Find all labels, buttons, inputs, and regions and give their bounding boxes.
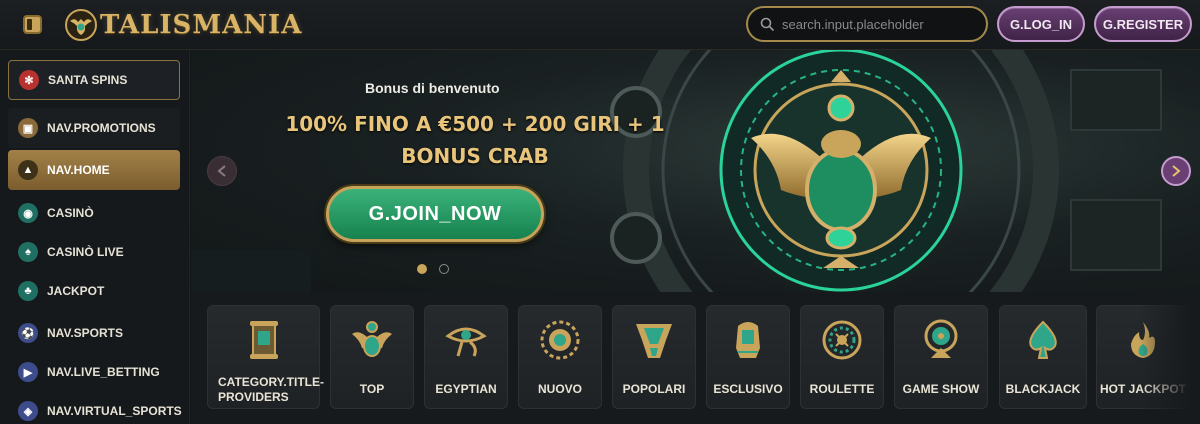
scarab-logo-icon [65,9,97,41]
category-blackjack[interactable]: BLACKJACK [999,305,1087,409]
sidebar-item-label: NAV.HOME [47,163,110,177]
menu-toggle-icon[interactable] [23,15,42,34]
carousel-next-button[interactable] [1161,156,1191,186]
search-input[interactable] [782,16,972,32]
scarab-icon [352,321,392,357]
top-header: TALISMANIA G.LOG_IN G.REGISTER [0,0,1200,50]
category-label: ESCLUSIVO [713,382,783,396]
category-label: CATEGORY.TITLE-PROVIDERS [218,375,324,404]
clover-icon: ♣ [18,281,38,301]
sidebar-item-live-betting[interactable]: ▶ NAV.LIVE_BETTING [8,352,180,392]
carousel-dots [417,264,449,274]
sidebar-item-label: NAV.SPORTS [47,326,124,340]
category-game-show[interactable]: GAME SHOW [894,305,988,409]
category-label: NUOVO [537,382,582,396]
site-logo[interactable]: TALISMANIA [64,6,302,44]
hero-title: 100% FINO A €500 + 200 GIRI + 1 BONUS CR… [255,108,695,172]
sidebar-item-label: CASINÒ [47,206,94,220]
pharaoh-icon [736,322,760,358]
sidebar-item-label: NAV.VIRTUAL_SPORTS [47,404,182,418]
category-roulette[interactable]: ROULETTE [800,305,884,409]
hero-title-line1: 100% FINO A €500 + 200 GIRI + 1 [285,112,665,136]
carousel-prev-button[interactable] [207,156,237,186]
live-tv-icon: ▶ [18,362,38,382]
search-box[interactable] [746,6,988,42]
category-label: ROULETTE [809,382,875,396]
headdress-icon [636,324,672,358]
carousel-dot-2[interactable] [439,264,449,274]
scroll-icon [249,321,278,359]
spade-card-icon [1029,320,1057,359]
chevron-right-icon [1172,165,1181,177]
category-new[interactable]: NUOVO [518,305,602,409]
category-egyptian[interactable]: EGYPTIAN [424,305,508,409]
category-label: GAME SHOW [902,382,980,396]
casino-chip-icon: ◉ [18,203,38,223]
pyramid-icon: ▲ [18,160,38,180]
eye-of-horus-icon [445,327,487,357]
hero-subtitle: Bonus di benvenuto [365,80,500,96]
logo-text: TALISMANIA [100,10,303,40]
sidebar-item-casino[interactable]: ◉ CASINÒ [8,193,180,233]
money-wheel-icon [924,319,958,358]
gift-icon: ▣ [18,118,38,138]
sidebar-item-jackpot[interactable]: ♣ JACKPOT [8,271,180,311]
gamepad-icon: ◈ [18,401,38,421]
sidebar-item-santa-spins[interactable]: ✻ SANTA SPINS [8,60,180,100]
category-label: TOP [359,382,385,396]
chevron-left-icon [217,165,226,177]
sidebar-item-label: SANTA SPINS [48,73,128,87]
carousel-dot-1[interactable] [417,264,427,274]
sidebar-item-label: CASINÒ LIVE [47,245,124,259]
register-button[interactable]: G.REGISTER [1094,6,1192,42]
sun-disc-icon [540,320,580,360]
hero-title-line2: BONUS CRAB [401,144,549,168]
category-label: BLACKJACK [1005,382,1081,396]
sidebar-item-sports[interactable]: ⚽ NAV.SPORTS [8,313,180,353]
sidebar-item-label: JACKPOT [47,284,105,298]
search-icon [760,17,774,31]
strip-fade-overlay [1140,292,1200,424]
category-strip: CATEGORY.TITLE-PROVIDERS TOP EGYPTIAN NU… [191,292,1200,424]
sidebar-item-virtual-sports[interactable]: ◈ NAV.VIRTUAL_SPORTS [8,391,182,424]
category-exclusive[interactable]: ESCLUSIVO [706,305,790,409]
hero-banner: Bonus di benvenuto 100% FINO A €500 + 20… [191,50,1200,292]
sidebar-item-promotions[interactable]: ▣ NAV.PROMOTIONS [8,108,180,148]
sidebar-item-label: NAV.LIVE_BETTING [47,365,160,379]
join-now-button[interactable]: G.JOIN_NOW [326,186,544,242]
login-button[interactable]: G.LOG_IN [997,6,1085,42]
sidebar-nav: ✻ SANTA SPINS ▣ NAV.PROMOTIONS ▲ NAV.HOM… [0,50,190,424]
spade-icon: ♠ [18,242,38,262]
sidebar-item-home[interactable]: ▲ NAV.HOME [8,150,180,190]
sidebar-item-label: NAV.PROMOTIONS [47,121,156,135]
snowflake-icon: ✻ [19,70,39,90]
category-popular[interactable]: POPOLARI [612,305,696,409]
sidebar-item-casino-live[interactable]: ♠ CASINÒ LIVE [8,232,180,272]
roulette-wheel-icon [822,320,862,360]
category-label: EGYPTIAN [435,382,497,396]
category-providers[interactable]: CATEGORY.TITLE-PROVIDERS [207,305,324,409]
category-label: POPOLARI [622,382,686,396]
soccer-ball-icon: ⚽ [18,323,38,343]
category-top[interactable]: TOP [330,305,414,409]
